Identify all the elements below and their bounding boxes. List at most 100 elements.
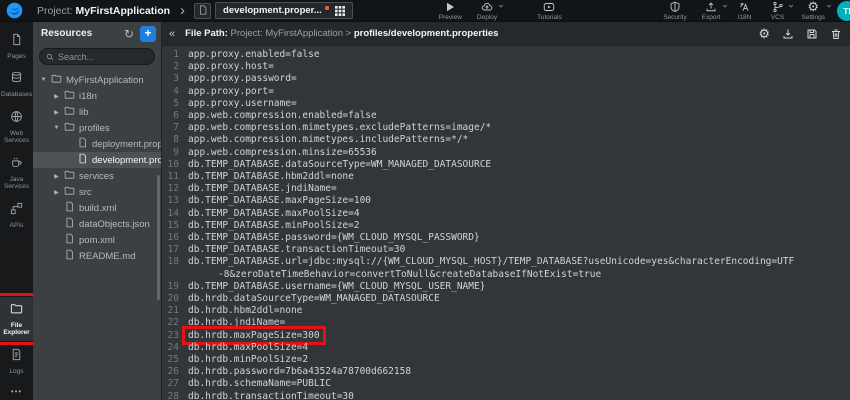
tree-item-pom-xml[interactable]: pom.xml <box>33 232 161 248</box>
tree-item-dataobjects-json[interactable]: dataObjects.json <box>33 216 161 232</box>
search-input[interactable] <box>58 52 148 62</box>
code-line[interactable]: 7app.web.compression.mimetypes.excludePa… <box>162 122 850 134</box>
code-line[interactable]: 6app.web.compression.enabled=false <box>162 110 850 122</box>
line-number: 20 <box>162 293 188 305</box>
main-area: PagesDatabasesWeb ServicesJava Services A… <box>0 22 850 400</box>
tree-item-label: lib <box>79 107 89 118</box>
code-text: db.hrdb.transactionTimeout=30 <box>188 391 354 400</box>
code-line[interactable]: 13db.TEMP_DATABASE.maxPageSize=100 <box>162 195 850 207</box>
tree-item-label: src <box>79 187 92 198</box>
save-icon[interactable] <box>806 28 818 40</box>
add-resource-button[interactable]: + <box>140 26 156 42</box>
tree-item-build-xml[interactable]: build.xml <box>33 200 161 216</box>
export-button[interactable]: Export <box>702 1 721 21</box>
caret-collapsed-icon[interactable]: ▶ <box>53 93 60 100</box>
tree-item-services[interactable]: ▶services <box>33 168 161 184</box>
upload-icon <box>705 1 717 13</box>
caret-collapsed-icon[interactable]: ▶ <box>53 173 60 180</box>
tree-item-i18n[interactable]: ▶i18n <box>33 88 161 104</box>
chevron-right-icon[interactable]: › <box>180 3 185 18</box>
settings-label: Settings <box>802 14 826 21</box>
code-line[interactable]: 3app.proxy.password= <box>162 73 850 85</box>
code-line-continuation[interactable]: -8&zeroDateTimeBehavior=convertToNull&cr… <box>162 269 850 281</box>
rail-item-databases[interactable]: Databases <box>0 66 33 102</box>
line-number: 12 <box>162 183 188 195</box>
code-line[interactable]: 18db.TEMP_DATABASE.url=jdbc:mysql://{WM_… <box>162 256 850 268</box>
code-line[interactable]: 1app.proxy.enabled=false <box>162 49 850 61</box>
code-line[interactable]: 27db.hrdb.schemaName=PUBLIC <box>162 378 850 390</box>
rail-item-logs[interactable]: Logs <box>0 343 33 379</box>
file-icon <box>64 201 75 215</box>
code-line[interactable]: 22db.hrdb.jndiName= <box>162 317 850 329</box>
i18n-button[interactable]: I18N <box>736 1 754 21</box>
code-line[interactable]: 19db.TEMP_DATABASE.username={WM_CLOUD_MY… <box>162 281 850 293</box>
wavemaker-logo-icon[interactable] <box>6 2 23 19</box>
code-line[interactable]: 24db.hrdb.maxPoolSize=4 <box>162 342 850 354</box>
deploy-button[interactable]: Deploy <box>477 1 497 21</box>
file-icon <box>77 153 88 167</box>
rail-item-file-explorer[interactable]: File Explorer <box>0 297 33 341</box>
code-line[interactable]: 10db.TEMP_DATABASE.dataSourceType=WM_MAN… <box>162 159 850 171</box>
pages-icon <box>10 33 23 51</box>
code-line[interactable]: 8app.web.compression.mimetypes.includePa… <box>162 134 850 146</box>
code-line[interactable]: 21db.hrdb.hbm2ddl=none <box>162 305 850 317</box>
code-line[interactable]: 12db.TEMP_DATABASE.jndiName= <box>162 183 850 195</box>
collapse-panel-icon[interactable]: « <box>165 28 179 40</box>
code-line[interactable]: 5app.proxy.username= <box>162 98 850 110</box>
resources-scrollbar[interactable] <box>157 175 160 300</box>
caret-down-icon[interactable] <box>498 3 504 9</box>
databases-icon <box>10 71 23 89</box>
code-line[interactable]: 11db.TEMP_DATABASE.hbm2ddl=none <box>162 171 850 183</box>
project-prefix: Project: <box>37 5 73 17</box>
vcs-button[interactable]: VCS <box>769 1 787 21</box>
caret-down-icon[interactable] <box>826 3 832 9</box>
code-line[interactable]: 16db.TEMP_DATABASE.password={WM_CLOUD_MY… <box>162 232 850 244</box>
code-line[interactable]: 15db.TEMP_DATABASE.minPoolSize=2 <box>162 220 850 232</box>
rail-item-apis[interactable]: APIs <box>0 197 33 233</box>
file-tab-icon-button[interactable] <box>194 3 211 19</box>
overflow-menu-icon[interactable]: ••• <box>11 387 22 396</box>
tutorials-button[interactable]: Tutorials <box>537 1 562 21</box>
caret-collapsed-icon[interactable]: ▶ <box>53 189 60 196</box>
editor-settings-icon[interactable]: ⚙ <box>758 27 770 40</box>
code-line[interactable]: 4app.proxy.port= <box>162 86 850 98</box>
code-line[interactable]: 2app.proxy.host= <box>162 61 850 73</box>
code-editor[interactable]: 1app.proxy.enabled=false2app.proxy.host=… <box>162 46 850 400</box>
code-line[interactable]: 28db.hrdb.transactionTimeout=30 <box>162 391 850 400</box>
code-text: db.TEMP_DATABASE.hbm2ddl=none <box>188 171 354 183</box>
code-line[interactable]: 26db.hrdb.password=7b6a43524a78700d66215… <box>162 366 850 378</box>
caret-down-icon[interactable] <box>788 3 794 9</box>
tree-item-myfirstapplication[interactable]: ▼MyFirstApplication <box>33 72 161 88</box>
delete-icon[interactable] <box>830 28 842 40</box>
tree-item-development-properties[interactable]: development.properties <box>33 152 161 168</box>
caret-collapsed-icon[interactable]: ▶ <box>53 109 60 116</box>
caret-expanded-icon[interactable]: ▼ <box>53 125 60 131</box>
tree-item-src[interactable]: ▶ src <box>33 184 161 200</box>
rail-item-label: APIs <box>1 222 32 229</box>
code-line[interactable]: 9app.web.compression.minsize=65536 <box>162 147 850 159</box>
caret-down-icon[interactable] <box>722 3 728 9</box>
refresh-icon[interactable]: ↻ <box>124 28 134 40</box>
tree-item-profiles[interactable]: ▼profiles <box>33 120 161 136</box>
preview-button[interactable]: Preview <box>439 1 462 21</box>
avatar[interactable]: TI <box>837 1 850 21</box>
tree-item-readme-md[interactable]: README.md <box>33 248 161 264</box>
grid-icon[interactable] <box>335 6 345 16</box>
download-icon[interactable] <box>782 28 794 40</box>
rail-item-pages[interactable]: Pages <box>0 28 33 64</box>
tree-item-lib[interactable]: ▶ lib <box>33 104 161 120</box>
play-icon <box>444 1 456 13</box>
settings-button[interactable]: ⚙Settings <box>802 1 826 21</box>
code-line[interactable]: 25db.hrdb.minPoolSize=2 <box>162 354 850 366</box>
caret-expanded-icon[interactable]: ▼ <box>40 77 47 83</box>
security-button[interactable]: Security <box>663 1 686 21</box>
code-line[interactable]: 17db.TEMP_DATABASE.transactionTimeout=30 <box>162 244 850 256</box>
code-line[interactable]: 20db.hrdb.dataSourceType=WM_MANAGED_DATA… <box>162 293 850 305</box>
code-line[interactable]: 14db.TEMP_DATABASE.maxPoolSize=4 <box>162 208 850 220</box>
globe-icon <box>10 110 23 128</box>
rail-item-java-services[interactable]: Java Services <box>0 151 33 195</box>
code-line[interactable]: 23db.hrdb.maxPageSize=300 <box>162 330 850 342</box>
rail-item-web-services[interactable]: Web Services <box>0 105 33 149</box>
tree-item-deployment-properties[interactable]: deployment.properties <box>33 136 161 152</box>
tab-development-properties[interactable]: development.proper... <box>215 2 353 19</box>
